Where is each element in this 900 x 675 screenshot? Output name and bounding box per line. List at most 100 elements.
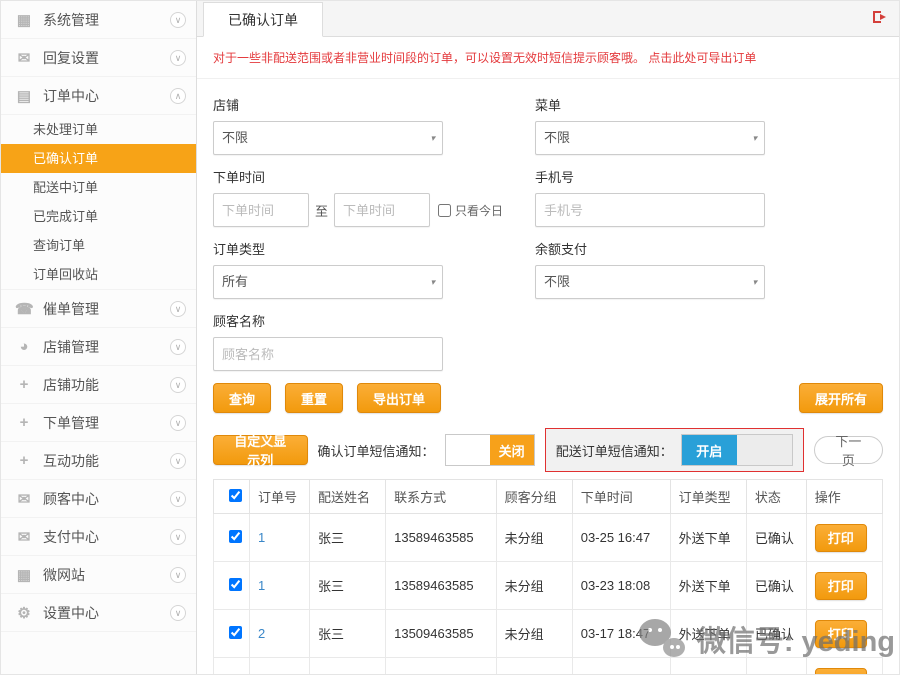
sidebar-item-shop-functions[interactable]: + 店铺功能 ∨	[1, 366, 196, 404]
balance-filter: 余额支付 不限 ▾	[535, 233, 883, 299]
tab-confirmed-orders[interactable]: 已确认订单	[203, 2, 323, 37]
phone-filter-label: 手机号	[535, 170, 575, 185]
cell-order-time: 03-25 16:47	[571, 513, 671, 562]
chevron-down-icon: ∨	[170, 49, 186, 66]
sidebar-item-label: 系统管理	[43, 11, 99, 28]
plus-icon: +	[19, 376, 29, 393]
order-type-select-value: 所有	[222, 274, 249, 289]
row-checkbox[interactable]	[229, 625, 242, 639]
sidebar-item-customer-center[interactable]: ✉ 顾客中心 ∨	[1, 480, 196, 518]
shop-select-value: 不限	[222, 130, 249, 145]
sidebar-item-confirmed-orders[interactable]: 已确认订单	[1, 144, 196, 173]
header-delivery-name: 配送姓名	[308, 479, 387, 514]
export-orders-button[interactable]: 导出订单	[357, 383, 442, 413]
customize-columns-button[interactable]: 自定义显示列	[213, 434, 308, 468]
select-all-checkbox[interactable]	[229, 488, 242, 502]
order-number-link[interactable]: 1	[258, 578, 265, 593]
mail-icon: ✉	[17, 49, 31, 67]
logout-icon[interactable]	[873, 10, 889, 25]
sidebar-item-urge-management[interactable]: ☎ 催单管理 ∨	[1, 290, 196, 328]
tab-bar: 已确认订单	[197, 1, 899, 37]
reset-button[interactable]: 重置	[285, 383, 344, 413]
cell-status	[745, 657, 807, 674]
sidebar-item-completed-orders[interactable]: 已完成订单	[1, 202, 196, 231]
balance-select[interactable]: 不限 ▾	[535, 265, 765, 299]
order-number-link[interactable]: 2	[258, 626, 265, 641]
print-button[interactable]: 打印	[814, 667, 867, 674]
row-checkbox[interactable]	[229, 577, 242, 591]
sidebar-item-settings-center[interactable]: ⚙ 设置中心 ∨	[1, 594, 196, 632]
phone-input[interactable]	[535, 193, 765, 227]
sidebar-item-shop-management[interactable]: ◕ 店铺管理 ∨	[1, 328, 196, 366]
export-orders-link[interactable]: 点击此处可导出订单	[648, 51, 756, 65]
search-button[interactable]: 查询	[213, 383, 272, 413]
order-time-to-input[interactable]	[334, 193, 431, 227]
menu-filter-label: 菜单	[535, 98, 562, 113]
sidebar-item-interaction[interactable]: + 互动功能 ∨	[1, 442, 196, 480]
sidebar-item-reply-settings[interactable]: ✉ 回复设置 ∨	[1, 39, 196, 77]
cell-status: 已确认	[745, 609, 807, 658]
cell-order-type: 外送下单	[669, 513, 747, 562]
chevron-down-icon: ∨	[170, 300, 186, 317]
delivery-sms-toggle[interactable]: 开启	[680, 434, 793, 466]
sidebar-item-order-center[interactable]: ▤ 订单中心 ∧	[1, 77, 196, 115]
sms-notification-bar: 自定义显示列 确认订单短信通知： 关闭 配送订单短信通知： 开启 下一页	[213, 427, 883, 473]
next-page-button[interactable]: 下一页	[813, 434, 883, 468]
main-content: 已确认订单 对于一些非配送范围或者非营业时间段的订单，可以设置无效时短信提示顾客…	[197, 1, 899, 674]
table-row: 1 张三 13589463585 未分组 03-25 16:47 外送下单 已确…	[213, 513, 884, 562]
cell-customer-group: 未分组	[495, 609, 573, 658]
row-checkbox[interactable]	[229, 529, 242, 543]
print-button[interactable]: 打印	[814, 571, 867, 600]
order-type-filter: 订单类型 所有 ▾	[213, 233, 535, 299]
confirm-sms-toggle-off-side[interactable]	[446, 435, 490, 465]
header-status: 状态	[745, 479, 807, 514]
order-time-from-input[interactable]	[213, 193, 309, 227]
sidebar-item-label: 订单中心	[43, 87, 99, 104]
sidebar-item-order-placing[interactable]: + 下单管理 ∨	[1, 404, 196, 442]
menu-select-value: 不限	[544, 130, 571, 145]
customer-name-input[interactable]	[213, 337, 443, 371]
menu-select[interactable]: 不限 ▾	[535, 121, 765, 155]
table-header-row: 订单号 配送姓名 联系方式 顾客分组 下单时间 订单类型 状态 操作	[213, 479, 884, 514]
chevron-down-icon: ▾	[430, 133, 435, 143]
sidebar-item-query-orders[interactable]: 查询订单	[1, 231, 196, 260]
menu-filter: 菜单 不限 ▾	[535, 89, 883, 155]
sidebar-item-label: 催单管理	[43, 300, 99, 317]
delivery-sms-toggle-off-side[interactable]	[736, 435, 792, 465]
expand-all-button[interactable]: 展开所有	[798, 383, 883, 413]
delivery-sms-toggle-state[interactable]: 开启	[681, 435, 737, 465]
sidebar-item-system-management[interactable]: ▦ 系统管理 ∨	[1, 1, 196, 39]
delivery-sms-label: 配送订单短信通知：	[555, 443, 673, 459]
today-only-label: 只看今日	[455, 203, 504, 218]
shop-select[interactable]: 不限 ▾	[213, 121, 443, 155]
notice-text: 对于一些非配送范围或者非营业时间段的订单，可以设置无效时短信提示顾客哦。	[213, 51, 646, 65]
cell-delivery-name: 张三	[308, 513, 387, 562]
today-only-option[interactable]: 只看今日	[438, 202, 503, 219]
order-number-link[interactable]: 1	[258, 530, 265, 545]
confirm-sms-toggle[interactable]: 关闭	[444, 434, 535, 466]
sidebar-item-pending-orders[interactable]: 未处理订单	[1, 115, 196, 144]
confirm-sms-toggle-state[interactable]: 关闭	[489, 435, 534, 465]
sidebar-item-order-recycle-bin[interactable]: 订单回收站	[1, 260, 196, 289]
balance-select-value: 不限	[544, 274, 571, 289]
customer-name-filter: 顾客名称	[213, 305, 535, 371]
order-type-select[interactable]: 所有 ▾	[213, 265, 443, 299]
today-only-checkbox[interactable]	[438, 203, 452, 217]
sidebar-item-label: 下单管理	[43, 414, 99, 431]
print-button[interactable]: 打印	[814, 619, 867, 648]
cell-order-type: 外送下单	[669, 609, 747, 658]
sidebar-item-micro-site[interactable]: ▦ 微网站 ∨	[1, 556, 196, 594]
header-order-no: 订单号	[249, 479, 310, 514]
shop-filter: 店铺 不限 ▾	[213, 89, 535, 155]
row-checkbox[interactable]	[229, 673, 242, 674]
cell-contact: 13589463585	[385, 513, 497, 562]
sidebar-item-delivering-orders[interactable]: 配送中订单	[1, 173, 196, 202]
print-button[interactable]: 打印	[814, 523, 867, 552]
chevron-down-icon: ∨	[170, 452, 186, 469]
customer-name-label: 顾客名称	[213, 314, 266, 329]
order-center-submenu: 未处理订单 已确认订单 配送中订单 已完成订单 查询订单 订单回收站	[1, 115, 196, 290]
grid-icon: ▦	[16, 11, 32, 29]
sidebar-item-payment-center[interactable]: ✉ 支付中心 ∨	[1, 518, 196, 556]
cell-order-type	[669, 657, 747, 674]
shop-filter-label: 店铺	[213, 98, 240, 113]
